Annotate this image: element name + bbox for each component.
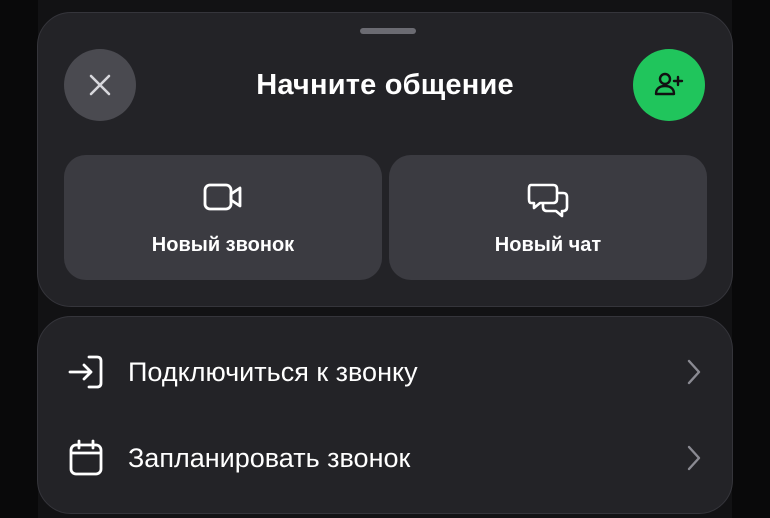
page: Начните общение Новый звонок Новый чат П… [0, 0, 770, 518]
add-contact-button[interactable] [633, 49, 705, 121]
new-call-label: Новый звонок [151, 234, 295, 256]
new-chat-button[interactable]: Новый чат [389, 155, 707, 280]
calendar-icon [69, 439, 103, 476]
chevron-right-icon [687, 445, 701, 471]
join-call-item[interactable]: Подключиться к звонку [38, 337, 732, 407]
call-options-list: Подключиться к звонку Запланировать звон… [37, 316, 733, 514]
sign-in-arrow-icon [68, 355, 103, 389]
schedule-call-item[interactable]: Запланировать звонок [38, 423, 732, 493]
new-chat-label: Новый чат [494, 234, 602, 256]
schedule-call-label: Запланировать звонок [128, 443, 411, 473]
video-camera-icon [203, 183, 242, 211]
chat-bubbles-icon [527, 183, 569, 218]
chevron-right-icon [687, 359, 701, 385]
join-call-label: Подключиться к звонку [128, 357, 418, 387]
close-icon [89, 74, 111, 96]
add-person-icon [654, 72, 684, 96]
background-left [0, 0, 38, 518]
start-conversation-sheet: Начните общение Новый звонок Новый чат [37, 12, 733, 307]
background-right [732, 0, 770, 518]
sheet-title: Начните общение [256, 69, 514, 101]
sheet-drag-handle[interactable] [360, 28, 416, 34]
close-button[interactable] [64, 49, 136, 121]
new-call-button[interactable]: Новый звонок [64, 155, 382, 280]
